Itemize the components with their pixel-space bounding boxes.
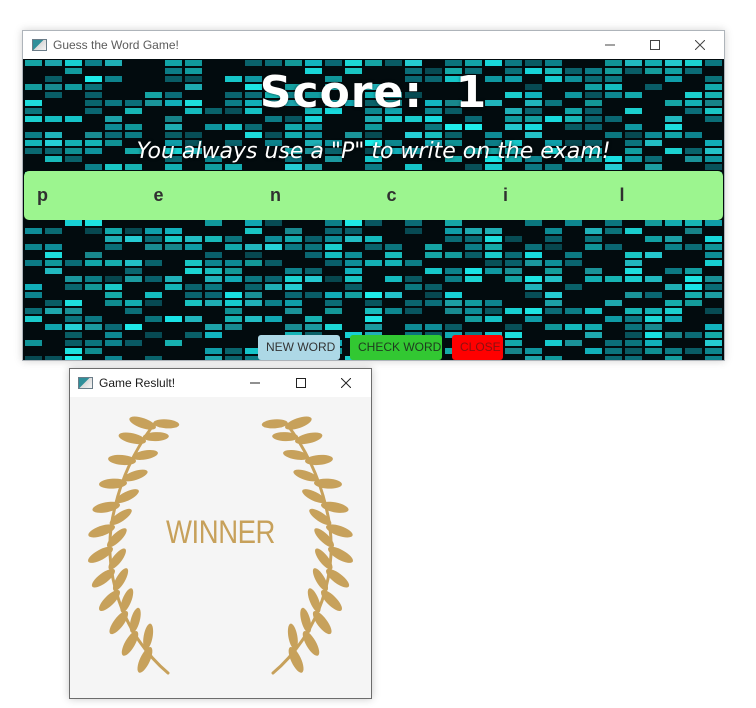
maximize-button[interactable] xyxy=(632,31,678,59)
letter-cell[interactable]: p xyxy=(24,171,141,220)
letter-row: p e n c i l xyxy=(24,171,723,220)
close-window-button[interactable] xyxy=(677,31,723,59)
hint-label: You always use a "P" to write on the exa… xyxy=(136,139,611,164)
letter-cell[interactable]: c xyxy=(374,171,491,220)
close-icon xyxy=(695,40,705,50)
result-image: WINNER xyxy=(70,397,371,698)
close-window-button[interactable] xyxy=(323,369,369,397)
game-area: Score: 1 You always use a "P" to write o… xyxy=(23,59,724,360)
letter-cell[interactable]: n xyxy=(257,171,374,220)
maximize-button[interactable] xyxy=(278,369,324,397)
minimize-button[interactable] xyxy=(232,369,278,397)
score-label: Score: 1 xyxy=(259,67,488,118)
maximize-icon xyxy=(650,40,660,50)
app-icon xyxy=(78,377,93,389)
letter-cell[interactable]: l xyxy=(607,171,724,220)
button-bar: NEW WORD CHECK WORD CLOSE xyxy=(23,335,724,360)
close-button[interactable]: CLOSE xyxy=(452,335,503,360)
minimize-icon xyxy=(250,382,260,384)
result-window-title: Game Reslult! xyxy=(99,376,176,390)
maximize-icon xyxy=(296,378,306,388)
minimize-icon xyxy=(605,44,615,46)
main-titlebar[interactable]: Guess the Word Game! xyxy=(23,31,724,59)
minimize-button[interactable] xyxy=(587,31,633,59)
result-titlebar[interactable]: Game Reslult! xyxy=(70,369,371,397)
letter-cell[interactable]: e xyxy=(141,171,258,220)
result-window: Game Reslult! WINNER xyxy=(69,368,372,699)
letter-cell[interactable]: i xyxy=(490,171,607,220)
app-icon xyxy=(32,39,47,51)
winner-text: WINNER xyxy=(165,514,276,550)
main-window: Guess the Word Game! Score: 1 You always… xyxy=(22,30,725,361)
new-word-button[interactable]: NEW WORD xyxy=(258,335,340,360)
close-icon xyxy=(341,378,351,388)
check-word-button[interactable]: CHECK WORD xyxy=(350,335,442,360)
window-title: Guess the Word Game! xyxy=(53,38,179,52)
